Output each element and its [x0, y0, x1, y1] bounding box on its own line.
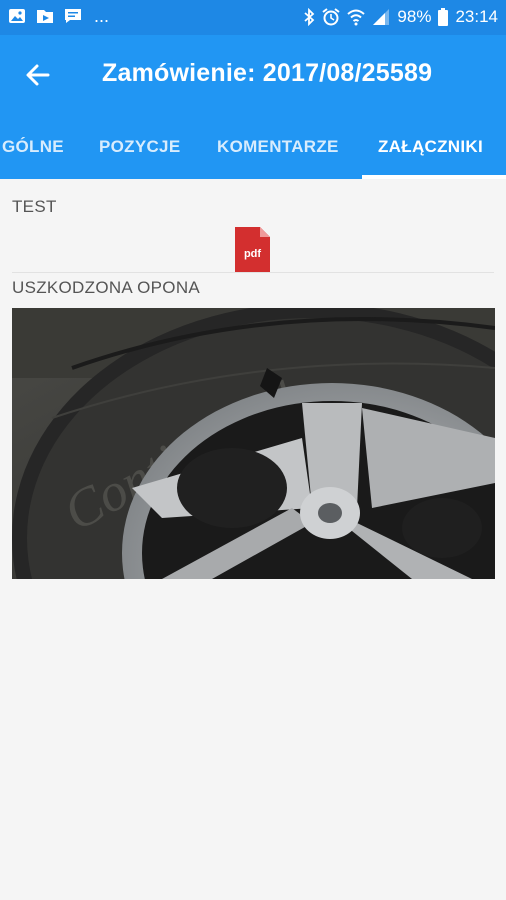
attachment-divider	[12, 272, 494, 273]
gallery-icon	[9, 9, 25, 23]
attachment-title-uszkodzona-opona: USZKODZONA OPONA	[12, 278, 201, 297]
tab-bar: GÓLNE POZYCJE KOMENTARZE ZAŁĄCZNIKI	[0, 115, 506, 179]
signal-icon	[373, 9, 390, 25]
page-title: Zamówienie: 2017/08/25589	[102, 59, 433, 87]
tab-pozycje[interactable]: POZYCJE	[99, 115, 180, 179]
overflow-dots: ...	[94, 6, 110, 26]
tab-zalaczniki[interactable]: ZAŁĄCZNIKI	[378, 115, 483, 179]
tab-ogolne[interactable]: GÓLNE	[2, 115, 64, 179]
pdf-file-icon[interactable]: pdf	[235, 227, 270, 272]
app-bar: Zamówienie: 2017/08/25589	[0, 35, 506, 115]
pdf-icon-label: pdf	[244, 248, 261, 260]
tire-photo: Continental	[12, 308, 495, 579]
tab-active-indicator	[362, 175, 506, 179]
attachment-title-test: TEST	[12, 197, 57, 216]
tab-komentarze[interactable]: KOMENTARZE	[217, 115, 339, 179]
arrow-back-icon[interactable]	[24, 61, 52, 89]
wifi-icon	[347, 9, 366, 26]
battery-icon	[438, 8, 449, 26]
play-store-icon	[37, 10, 53, 23]
battery-percent: 98%	[397, 7, 432, 26]
alarm-icon	[322, 8, 341, 26]
attachment-image-tire[interactable]: Continental	[12, 308, 495, 579]
message-icon	[65, 9, 81, 23]
bluetooth-icon	[304, 8, 315, 26]
status-time: 23:14	[455, 7, 498, 26]
status-bar: ... 98% 23:14	[0, 0, 506, 35]
